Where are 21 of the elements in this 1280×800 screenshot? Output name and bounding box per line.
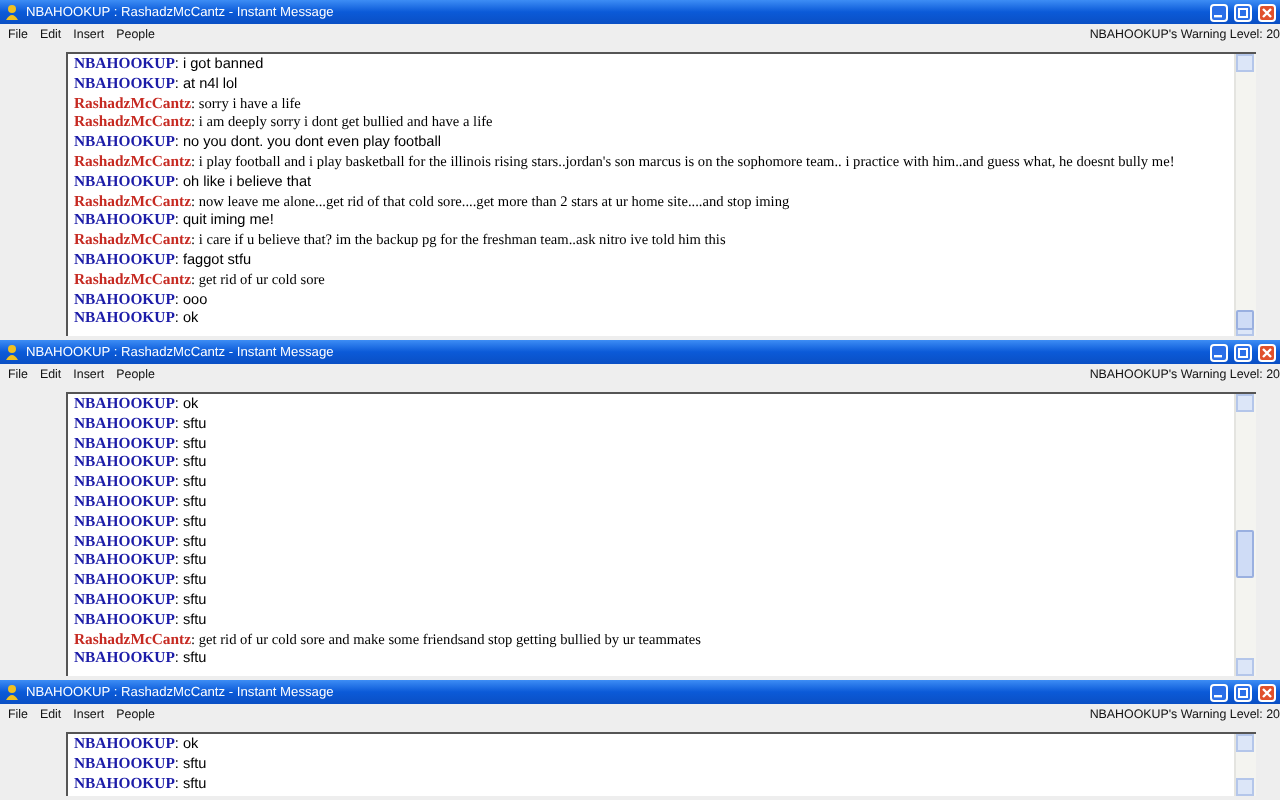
minimize-button[interactable]	[1210, 683, 1228, 701]
close-icon	[1262, 687, 1272, 697]
maximize-icon	[1238, 347, 1248, 357]
close-icon	[1262, 347, 1272, 357]
scrollbar[interactable]	[1234, 394, 1256, 676]
maximize-button[interactable]	[1234, 3, 1252, 21]
maximize-button[interactable]	[1234, 683, 1252, 701]
person-icon	[4, 344, 20, 360]
person-icon	[4, 4, 20, 20]
maximize-icon	[1238, 7, 1248, 17]
minimize-button[interactable]	[1210, 3, 1228, 21]
person-icon	[4, 684, 20, 700]
scrollbar[interactable]	[1234, 734, 1256, 796]
close-button[interactable]	[1258, 3, 1276, 21]
close-icon	[1262, 7, 1272, 17]
close-button[interactable]	[1258, 343, 1276, 361]
scrollbar[interactable]	[1234, 54, 1256, 336]
close-button[interactable]	[1258, 683, 1276, 701]
maximize-icon	[1238, 687, 1248, 697]
minimize-button[interactable]	[1210, 343, 1228, 361]
maximize-button[interactable]	[1234, 343, 1252, 361]
